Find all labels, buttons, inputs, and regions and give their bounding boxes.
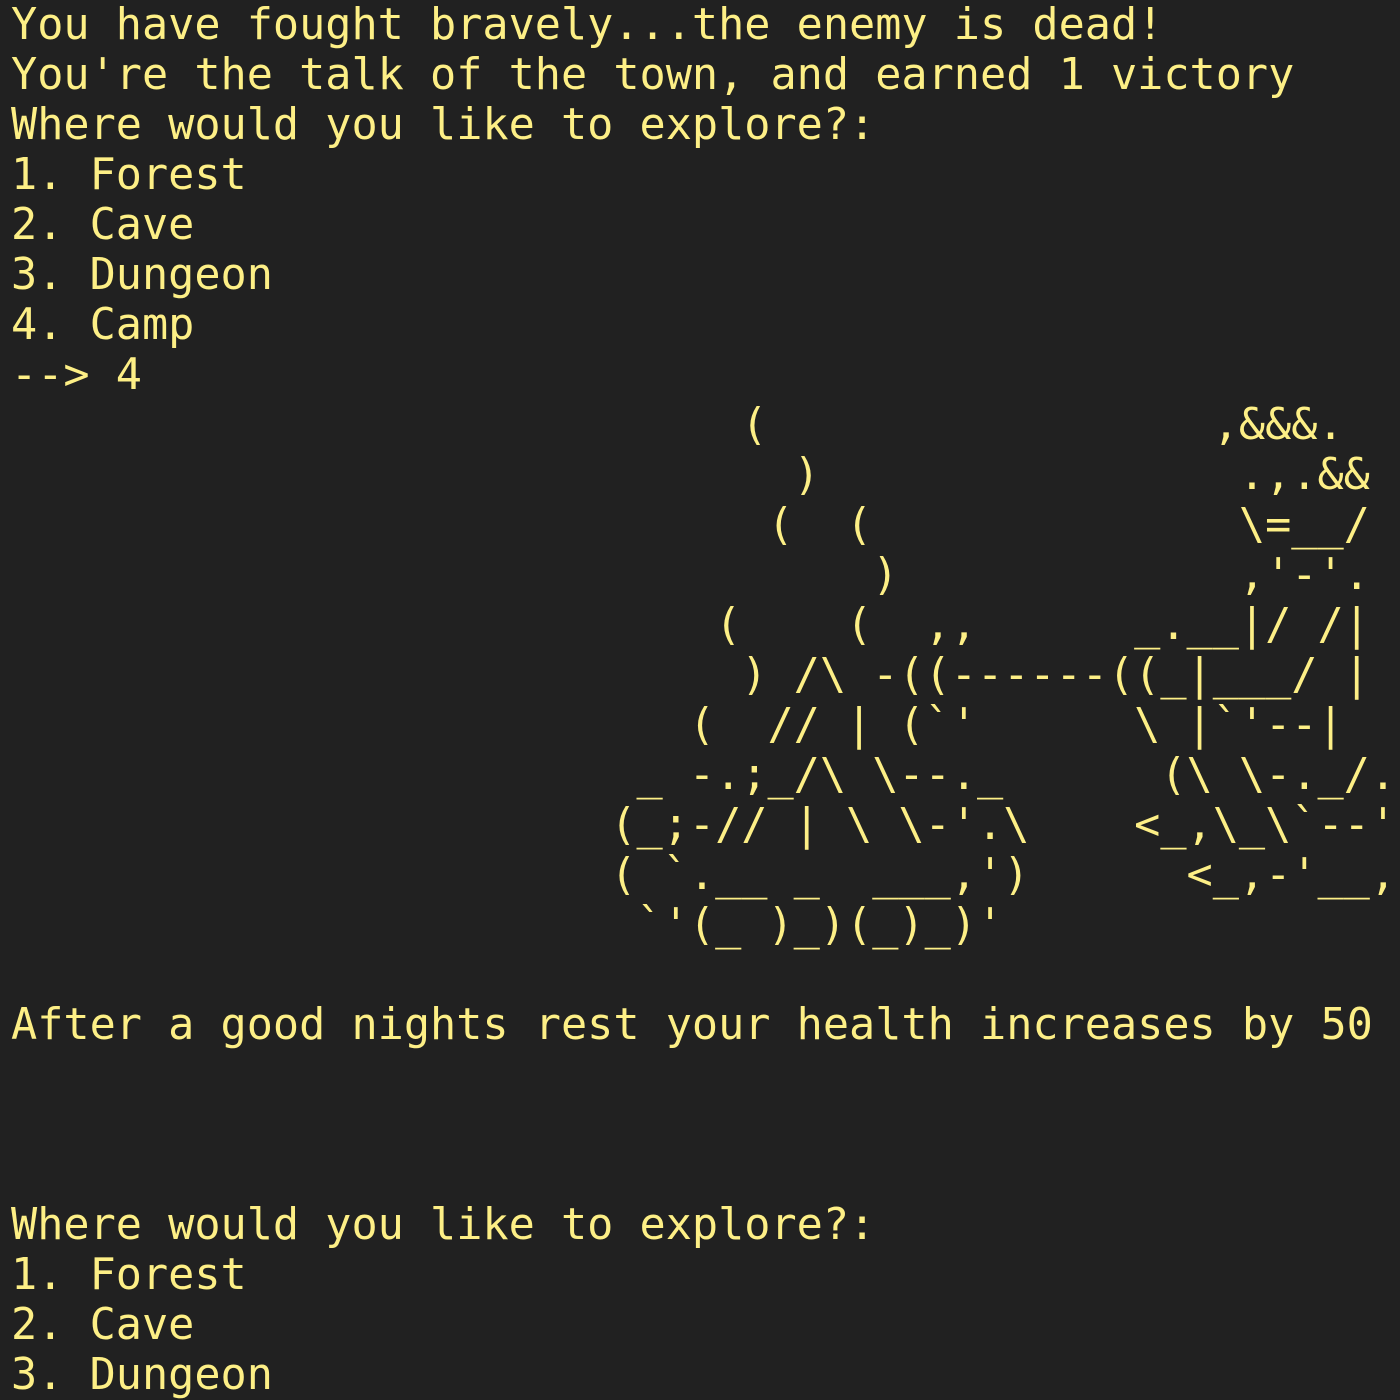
art-line: (_;-// | \ \-'.\ <_,\_\`--'| (8, 800, 1400, 850)
menu-option-camp: 4. Camp (11, 300, 195, 350)
menu-option-forest: 1. Forest (11, 1250, 247, 1300)
menu-option-cave: 2. Cave (11, 200, 195, 250)
art-line: ( ( \=__/ (8, 500, 1370, 550)
art-line: ( `.__ _ ___,') <_,-'__,' (8, 850, 1400, 900)
art-line: _ -.;_/\ \--._ (\ \-._/. (8, 750, 1397, 800)
menu-option-forest: 1. Forest (11, 150, 247, 200)
art-line: ) ,'-'. (8, 550, 1370, 600)
art-line: `'(_ )_)(_)_)' (8, 900, 1004, 950)
menu-option-dungeon: 3. Dungeon (11, 250, 273, 300)
art-line: ( // | (`' \ |`'--| (8, 700, 1344, 750)
rest-message: After a good nights rest your health inc… (11, 1000, 1373, 1050)
user-input-line: --> 4 (11, 350, 142, 400)
art-line: ) /\ -((------((_|___/ | (8, 650, 1370, 700)
menu-option-cave: 2. Cave (11, 1300, 195, 1350)
victory-message: You have fought bravely...the enemy is d… (11, 0, 1164, 50)
menu-option-dungeon: 3. Dungeon (11, 1350, 273, 1400)
explore-prompt: Where would you like to explore?: (11, 1200, 876, 1250)
art-line: ) .,.&& (8, 450, 1370, 500)
terminal-window: You have fought bravely...the enemy is d… (0, 0, 1400, 1400)
reward-message: You're the talk of the town, and earned … (11, 50, 1295, 100)
art-line: ( ,&&&. (8, 400, 1344, 450)
explore-prompt: Where would you like to explore?: (11, 100, 876, 150)
art-line: ( ( ,, _.__|/ /| (8, 600, 1370, 650)
